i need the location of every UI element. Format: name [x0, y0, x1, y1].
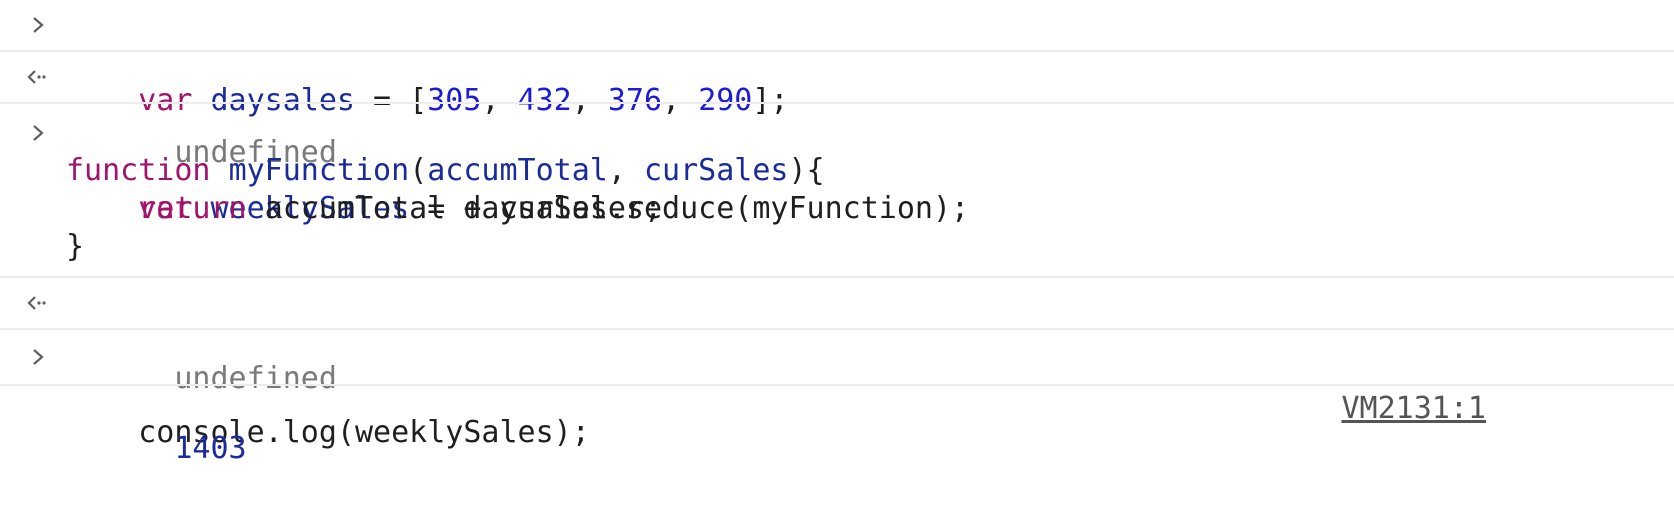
return-arrow-icon: [26, 284, 50, 322]
console-result-entry: undefined: [0, 278, 1674, 396]
code-line: return accumTotal + curSales;: [0, 190, 1674, 228]
code-token: curSales: [644, 153, 789, 188]
console-input-entry: console.log(weeklySales);: [0, 330, 1674, 450]
code-token: ){: [788, 153, 825, 188]
code-token: function: [66, 153, 211, 188]
code-token: (: [409, 153, 428, 188]
code-token: return: [138, 191, 247, 226]
code-token: ,: [607, 153, 644, 188]
chevron-right-icon: [26, 338, 50, 376]
code-line: function myFunction(accumTotal, curSales…: [0, 152, 1674, 190]
chevron-right-icon: [26, 6, 50, 44]
log-value: 1403: [174, 431, 247, 466]
console-result-entry: undefined: [0, 52, 1674, 170]
code-token: accumTotal + curSales;: [246, 191, 663, 226]
return-arrow-icon: [26, 58, 50, 96]
console-input-entry: var daysales = [305, 432, 376, 290];: [0, 0, 1674, 118]
devtools-console: var daysales = [305, 432, 376, 290]; und…: [0, 0, 1674, 466]
console-log-entry: 1403 VM2131:1: [0, 386, 1674, 466]
code-token: myFunction: [228, 153, 410, 188]
code-token: accumTotal: [427, 153, 608, 188]
code-token: }: [66, 229, 85, 264]
code-line: var daysales = [305, 432, 376, 290];: [0, 6, 1674, 118]
chevron-right-icon: [26, 114, 50, 152]
result-line: undefined: [0, 284, 1674, 396]
result-line: undefined: [0, 58, 1674, 170]
console-input-entry: var weeklySales = daysales.reduce(myFunc…: [0, 104, 1674, 278]
code-line: console.log(weeklySales);: [0, 338, 1674, 450]
code-line: }: [0, 228, 1674, 266]
source-link[interactable]: VM2131:1: [1342, 390, 1487, 428]
code-line: var weeklySales = daysales.reduce(myFunc…: [0, 114, 1674, 226]
